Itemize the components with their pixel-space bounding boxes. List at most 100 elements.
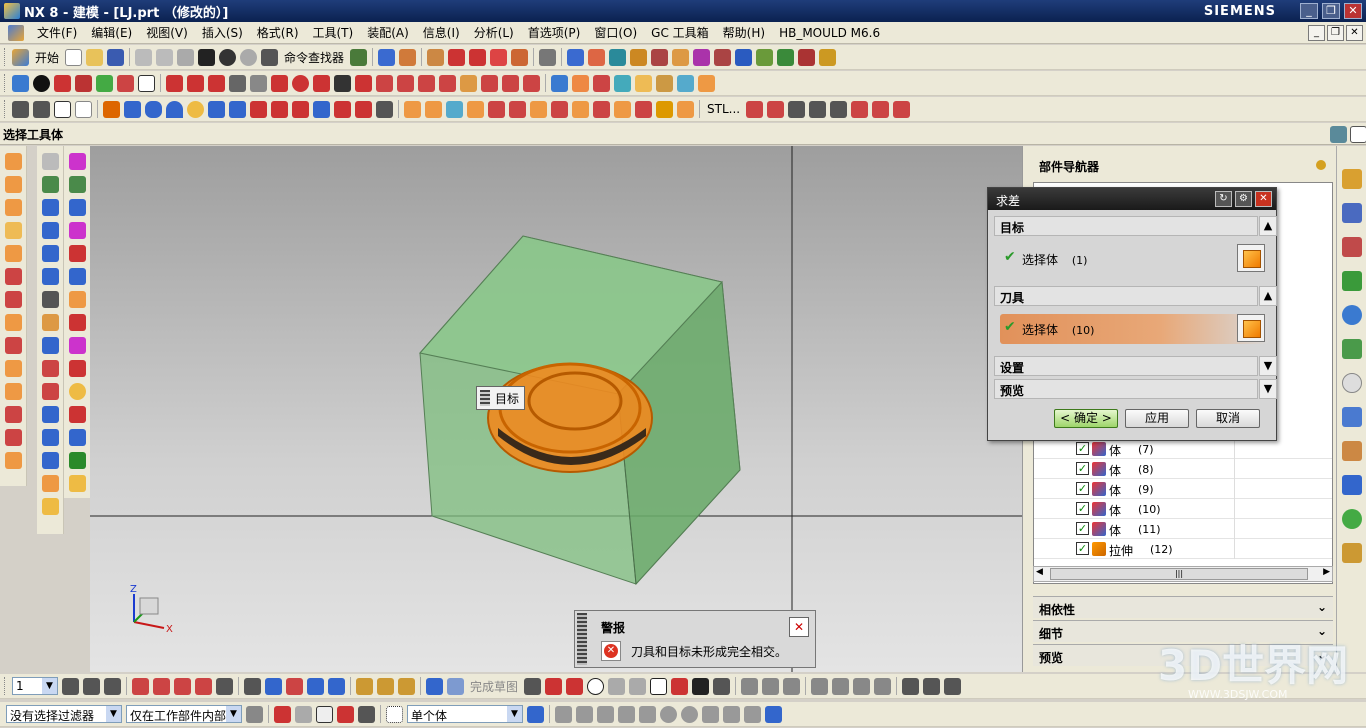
details-section[interactable]: 细节 ⌄	[1033, 620, 1333, 642]
trim-body-icon[interactable]	[488, 100, 505, 118]
gear-icon[interactable]: ⚙	[1235, 191, 1252, 207]
edge-filter-icon[interactable]	[358, 705, 375, 723]
curve-icon[interactable]	[427, 48, 445, 66]
synchronous-icon[interactable]	[872, 100, 890, 118]
motion-icon[interactable]	[4, 452, 22, 469]
visibility-checkbox[interactable]: ✓	[1076, 542, 1089, 555]
selection-icon[interactable]	[350, 48, 368, 66]
n-sided-icon[interactable]	[656, 74, 673, 92]
visibility-checkbox[interactable]: ✓	[1076, 502, 1089, 515]
chevron-down-icon[interactable]: ▼	[1259, 379, 1277, 399]
glue-icon[interactable]	[41, 475, 59, 492]
trimmed-sheet-icon[interactable]	[41, 291, 59, 308]
chevron-down-icon[interactable]: ▼	[1259, 356, 1277, 376]
through-curves-icon[interactable]	[635, 74, 652, 92]
wcs-display-icon[interactable]	[216, 677, 233, 695]
wizard-icon[interactable]	[41, 498, 59, 515]
snap-cube-icon[interactable]	[765, 705, 782, 723]
helix-icon[interactable]	[355, 74, 372, 92]
face-select-icon[interactable]	[68, 176, 86, 193]
sketch-arc-icon[interactable]	[566, 677, 584, 695]
apply-button[interactable]: 应用	[1125, 409, 1189, 428]
ruled-icon[interactable]	[41, 199, 59, 216]
x-form-icon[interactable]	[41, 360, 59, 377]
mould-wizard-icon[interactable]	[735, 48, 753, 66]
preview-section[interactable]: 预览 ⌄	[1033, 644, 1333, 666]
pin-icon[interactable]	[1316, 160, 1326, 170]
auto-dimension-icon[interactable]	[853, 677, 871, 695]
make-corner-icon[interactable]	[783, 677, 801, 695]
book-icon[interactable]	[551, 74, 568, 92]
static-wireframe-icon[interactable]	[96, 74, 113, 92]
sketch-spline-icon[interactable]	[713, 677, 731, 695]
minimize-window-button[interactable]: _	[1300, 3, 1318, 19]
point-set-icon[interactable]	[250, 74, 267, 92]
wireframe-icon[interactable]	[75, 74, 92, 92]
bridge-curve-icon[interactable]	[397, 74, 414, 92]
reset-filter-icon[interactable]	[295, 705, 312, 723]
undo-icon[interactable]	[219, 48, 237, 66]
menu-window[interactable]: 窗口(O)	[587, 24, 644, 41]
menu-gc-toolbox[interactable]: GC 工具箱	[644, 24, 716, 41]
close-window-button[interactable]: ✕	[1344, 3, 1362, 19]
manufacturing-wizard-icon[interactable]	[1341, 475, 1362, 495]
divide-curve-icon[interactable]	[481, 74, 498, 92]
refit-face-icon[interactable]	[41, 452, 59, 469]
tree-row[interactable]: ✓ 体 (7)	[1034, 439, 1332, 459]
color-icon[interactable]	[693, 48, 711, 66]
sheet-icon[interactable]	[677, 100, 694, 118]
delete-icon[interactable]	[198, 48, 216, 66]
color-wheel-icon[interactable]	[68, 383, 86, 400]
shell-icon[interactable]	[446, 100, 463, 118]
pattern-icon[interactable]	[593, 100, 610, 118]
chevron-down-icon[interactable]: ⌄	[1317, 600, 1327, 614]
preview-group-header[interactable]: 预览 ▼	[994, 379, 1277, 399]
tree-row[interactable]: ✓ 体 (9)	[1034, 479, 1332, 499]
edit-object-icon[interactable]	[378, 48, 396, 66]
polygon-icon[interactable]	[271, 74, 288, 92]
weld-icon[interactable]	[4, 337, 22, 354]
enlarge-icon[interactable]	[41, 337, 59, 354]
menu-hb-mould[interactable]: HB_MOULD M6.6	[772, 26, 887, 40]
replace-face-icon[interactable]	[830, 100, 848, 118]
doc-close-button[interactable]: ✕	[1346, 25, 1363, 41]
dimension-sketch-icon[interactable]	[832, 677, 850, 695]
plane-icon[interactable]	[41, 153, 59, 170]
dependencies-section[interactable]: 相依性 ⌄	[1033, 596, 1333, 618]
chevron-up-icon[interactable]: ▲	[1259, 216, 1277, 236]
show-constraints-icon[interactable]	[874, 677, 892, 695]
shaded-with-edges-icon[interactable]	[54, 74, 71, 92]
edge-blend-icon[interactable]	[404, 100, 421, 118]
drafting-icon[interactable]	[4, 291, 22, 308]
groove-icon[interactable]	[313, 100, 330, 118]
reuse-library-icon[interactable]	[1341, 271, 1362, 291]
snap-quadrant-icon[interactable]	[681, 705, 698, 723]
horizontal-scrollbar[interactable]: ◀ ||| ▶	[1033, 566, 1333, 582]
intersect-curve-icon[interactable]	[439, 74, 456, 92]
cursor-icon[interactable]	[244, 677, 261, 695]
general-selection-filter-icon[interactable]	[246, 705, 263, 723]
snap-point-icon[interactable]	[12, 100, 29, 118]
visibility-checkbox[interactable]: ✓	[1076, 442, 1089, 455]
dimension-icon[interactable]	[539, 48, 557, 66]
mesh-surface-icon[interactable]	[614, 74, 631, 92]
menu-preferences[interactable]: 首选项(P)	[521, 24, 588, 41]
copy-face-icon[interactable]	[68, 222, 86, 239]
dialog-titlebar[interactable]: 求差 ↻ ⚙ ✕	[988, 188, 1276, 210]
snap-center-icon[interactable]	[639, 705, 656, 723]
quick-extend-icon[interactable]	[762, 677, 780, 695]
delete-face-icon[interactable]	[809, 100, 827, 118]
scroll-left-icon[interactable]: ◀	[1036, 567, 1043, 577]
redo-icon[interactable]	[240, 48, 258, 66]
menu-information[interactable]: 信息(I)	[416, 24, 467, 41]
layer-icon[interactable]	[630, 48, 648, 66]
snap-intersection-icon[interactable]	[618, 705, 635, 723]
group-icon[interactable]	[68, 452, 86, 469]
snap-control-point-icon[interactable]	[597, 705, 614, 723]
doc-minimize-button[interactable]: _	[1308, 25, 1325, 41]
trim-icon[interactable]	[490, 48, 508, 66]
visibility-checkbox[interactable]: ✓	[1076, 482, 1089, 495]
display-icon[interactable]	[651, 48, 669, 66]
selection-scope-select[interactable]: 仅在工作部件内部	[126, 705, 242, 723]
sketch-fillet-icon[interactable]	[608, 677, 626, 695]
